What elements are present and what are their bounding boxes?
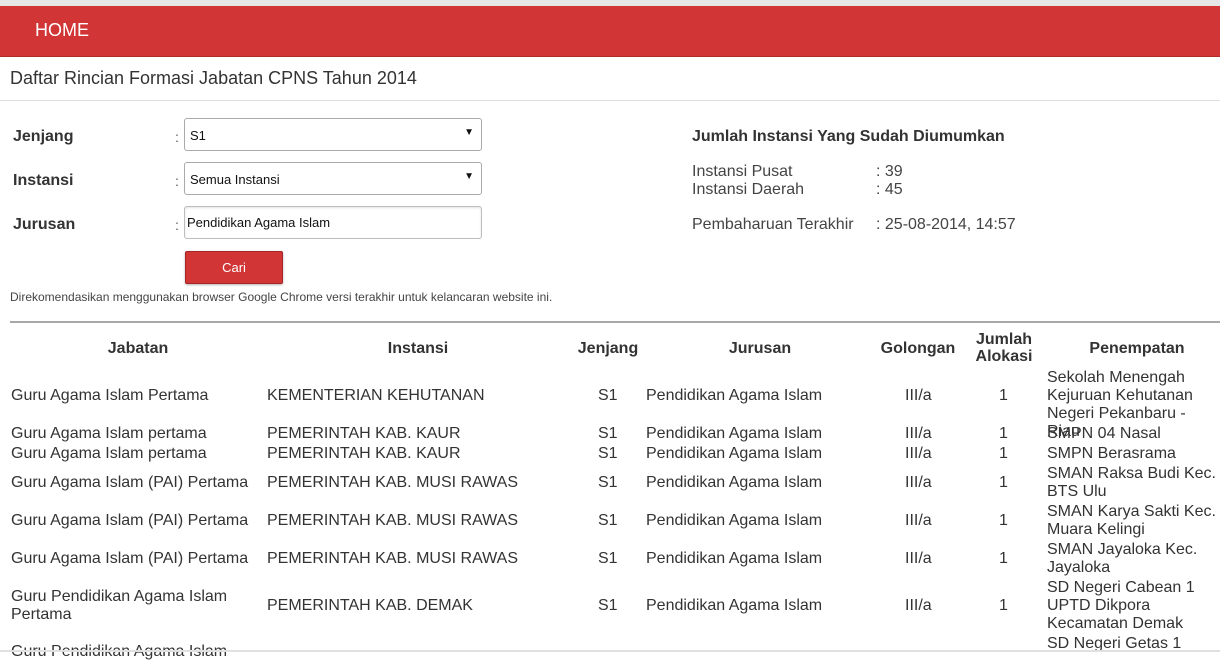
cell-jurusan: Pendidikan Agama Islam	[646, 425, 823, 442]
cell-jenjang: S1	[598, 474, 618, 491]
cell-golongan: III/a	[905, 512, 932, 529]
cell-jabatan: Guru Agama Islam pertama	[11, 445, 207, 462]
cell-penempatan: SMPN 04 Nasal	[1047, 425, 1161, 442]
browser-recommendation-note: Direkomendasikan menggunakan browser Goo…	[10, 290, 553, 304]
table-divider	[10, 321, 1220, 323]
jenjang-select[interactable]: S1 ▼	[184, 118, 482, 151]
cell-instansi: KEMENTERIAN KEHUTANAN	[267, 387, 485, 404]
cell-jenjang: S1	[598, 425, 618, 442]
cell-jumlah: 1	[999, 512, 1008, 529]
header-jabatan: Jabatan	[107, 340, 169, 357]
instansi-pusat-label: Instansi Pusat	[692, 163, 793, 180]
cell-golongan: III/a	[905, 445, 932, 462]
cell-golongan: III/a	[905, 387, 932, 404]
cell-jumlah: 1	[999, 445, 1008, 462]
instansi-label: Instansi	[13, 172, 74, 189]
cell-jurusan: Pendidikan Agama Islam	[646, 445, 823, 462]
cell-penempatan: SMPN Berasrama	[1047, 445, 1176, 462]
jenjang-colon: :	[175, 129, 179, 145]
last-update-value: : 25-08-2014, 14:57	[876, 216, 1016, 233]
cell-jenjang: S1	[598, 550, 618, 567]
cell-penempatan: SMAN Raksa Budi Kec. BTS Ulu	[1047, 465, 1216, 500]
header-jumlah-alokasi: Jumlah Alokasi	[968, 331, 1040, 365]
cell-instansi: PEMERINTAH KAB. KAUR	[267, 425, 461, 442]
cell-jabatan: Guru Agama Islam Pertama	[11, 387, 209, 404]
jenjang-label: Jenjang	[13, 128, 74, 145]
cell-jurusan: Pendidikan Agama Islam	[646, 550, 823, 567]
cell-instansi: PEMERINTAH KAB. MUSI RAWAS	[267, 474, 518, 491]
cell-golongan: III/a	[905, 474, 932, 491]
header-golongan: Golongan	[880, 340, 956, 357]
cell-jabatan: Guru Pendidikan Agama Islam Pertama	[11, 588, 228, 623]
cell-jenjang: S1	[598, 387, 618, 404]
cell-jurusan: Pendidikan Agama Islam	[646, 474, 823, 491]
cell-jumlah: 1	[999, 387, 1008, 404]
last-update-label: Pembaharuan Terakhir	[692, 216, 854, 233]
cell-jumlah: 1	[999, 597, 1008, 614]
chevron-down-icon: ▼	[464, 171, 474, 182]
jurusan-input[interactable]	[185, 207, 477, 238]
cell-jabatan: Guru Agama Islam (PAI) Pertama	[11, 512, 249, 529]
jenjang-selected-value: S1	[190, 128, 206, 143]
cell-jabatan: Guru Agama Islam pertama	[11, 425, 207, 442]
cell-jabatan: Guru Agama Islam (PAI) Pertama	[11, 550, 249, 567]
jurusan-field-wrapper	[184, 206, 482, 239]
jurusan-colon: :	[175, 217, 179, 233]
cell-jumlah: 1	[999, 550, 1008, 567]
cell-instansi: PEMERINTAH KAB. DEMAK	[267, 597, 473, 614]
cell-penempatan: SMAN Karya Sakti Kec. Muara Kelingi	[1047, 503, 1216, 538]
title-divider	[0, 100, 1220, 101]
cell-jurusan: Pendidikan Agama Islam	[646, 512, 823, 529]
header-jumlah-line2: Alokasi	[975, 348, 1033, 365]
cell-penempatan: SD Negeri Cabean 1 UPTD Dikpora Kecamata…	[1047, 579, 1195, 632]
instansi-select[interactable]: Semua Instansi ▼	[184, 162, 482, 195]
cell-jenjang: S1	[598, 597, 618, 614]
instansi-colon: :	[175, 173, 179, 189]
cell-penempatan: SMAN Jayaloka Kec. Jayaloka	[1047, 541, 1198, 576]
chevron-down-icon: ▼	[464, 127, 474, 138]
cell-jumlah: 1	[999, 474, 1008, 491]
instansi-daerah-label: Instansi Daerah	[692, 181, 805, 198]
cell-jenjang: S1	[598, 445, 618, 462]
jurusan-label: Jurusan	[13, 216, 76, 233]
cell-golongan: III/a	[905, 550, 932, 567]
cell-instansi: PEMERINTAH KAB. MUSI RAWAS	[267, 550, 518, 567]
cell-golongan: III/a	[905, 425, 932, 442]
header-jenjang: Jenjang	[577, 340, 639, 357]
cell-golongan: III/a	[905, 597, 932, 614]
instansi-daerah-value: : 45	[876, 181, 903, 198]
cell-instansi: PEMERINTAH KAB. MUSI RAWAS	[267, 512, 518, 529]
top-navbar: HOME	[0, 6, 1220, 57]
instansi-selected-value: Semua Instansi	[190, 172, 280, 187]
instansi-pusat-value: : 39	[876, 163, 903, 180]
header-jurusan: Jurusan	[728, 340, 792, 357]
header-jumlah-line1: Jumlah	[975, 331, 1032, 348]
cell-instansi: PEMERINTAH KAB. KAUR	[267, 445, 461, 462]
nav-home-link[interactable]: HOME	[35, 20, 89, 41]
cell-jurusan: Pendidikan Agama Islam	[646, 597, 823, 614]
cell-jurusan: Pendidikan Agama Islam	[646, 387, 823, 404]
page-title: Daftar Rincian Formasi Jabatan CPNS Tahu…	[10, 68, 417, 88]
cari-button[interactable]: Cari	[185, 251, 283, 284]
instansi-count-title: Jumlah Instansi Yang Sudah Diumumkan	[692, 128, 1005, 145]
header-penempatan: Penempatan	[1089, 340, 1185, 357]
cell-jabatan: Guru Pendidikan Agama Islam	[11, 643, 227, 661]
cell-jumlah: 1	[999, 425, 1008, 442]
cell-jabatan: Guru Agama Islam (PAI) Pertama	[11, 474, 249, 491]
cell-jenjang: S1	[598, 512, 618, 529]
header-instansi: Instansi	[387, 340, 449, 357]
